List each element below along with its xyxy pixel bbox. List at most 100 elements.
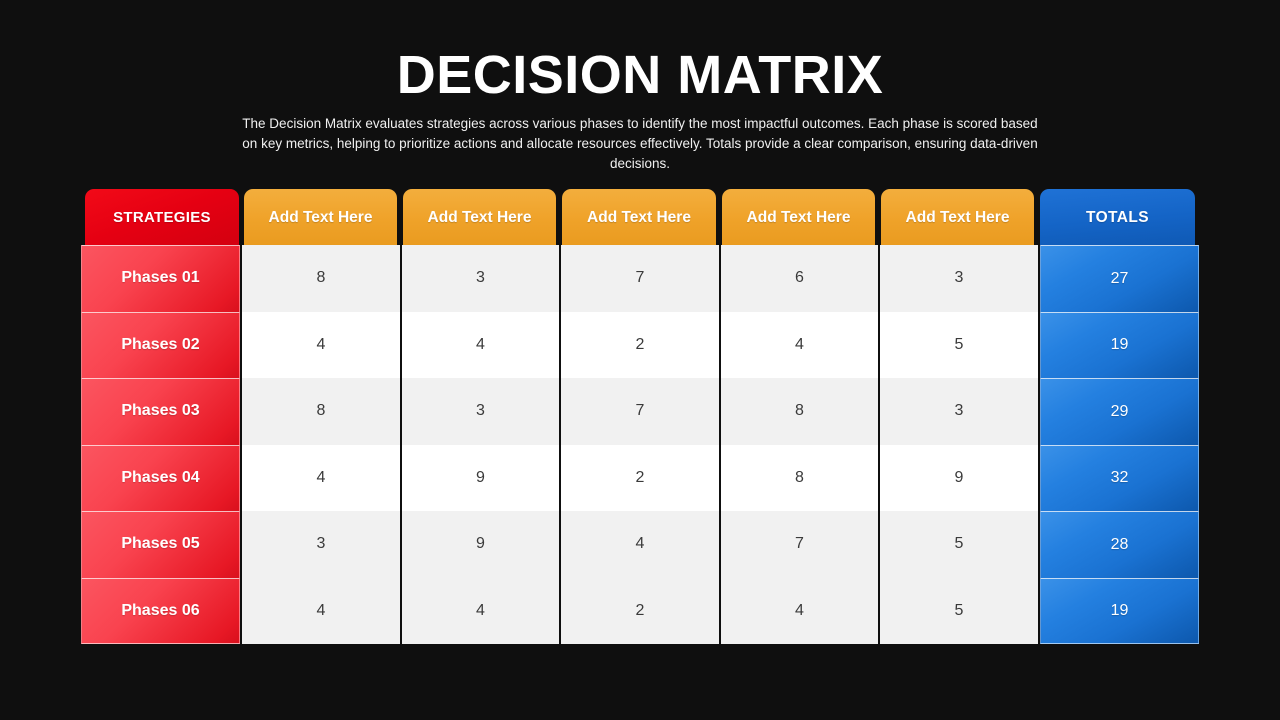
data-cell[interactable]: 2: [561, 311, 719, 378]
matrix-header-row: STRATEGIES Add Text Here Add Text Here A…: [81, 189, 1199, 246]
cell-value: 9: [476, 535, 485, 553]
cell-value: 7: [635, 269, 645, 287]
data-cell[interactable]: 7: [561, 245, 719, 312]
data-cell[interactable]: 4: [402, 311, 559, 378]
column-header-totals[interactable]: TOTALS: [1040, 189, 1195, 246]
column-header-label: Add Text Here: [268, 208, 373, 226]
cell-value: 2: [635, 468, 645, 486]
data-cell[interactable]: 4: [242, 311, 400, 378]
cell-value: 6: [795, 269, 804, 287]
row-label: Phases 05: [121, 535, 200, 552]
data-cell[interactable]: 6: [721, 245, 878, 312]
column-header-1[interactable]: Add Text Here: [244, 189, 397, 246]
row-total-cell[interactable]: 27: [1040, 245, 1199, 312]
row-total-cell[interactable]: 19: [1040, 577, 1199, 644]
column-header-label: Add Text Here: [746, 208, 851, 226]
data-cell[interactable]: 5: [880, 577, 1038, 644]
data-cell[interactable]: 4: [402, 577, 559, 644]
table-row: Phases 06 4 4 2 4 5 19: [81, 577, 1199, 644]
cell-value: 2: [635, 601, 645, 619]
data-cell[interactable]: 3: [402, 378, 559, 445]
cell-value: 8: [316, 402, 326, 420]
data-cell[interactable]: 2: [561, 444, 719, 511]
data-cell[interactable]: 8: [721, 444, 878, 511]
column-header-label: Add Text Here: [587, 208, 691, 226]
row-label-cell[interactable]: Phases 01: [81, 245, 240, 312]
data-cell[interactable]: 5: [880, 311, 1038, 378]
cell-value: 3: [476, 269, 485, 287]
total-value: 28: [1110, 535, 1129, 553]
data-cell[interactable]: 4: [721, 311, 878, 378]
cell-value: 4: [795, 335, 804, 353]
cell-value: 3: [316, 535, 326, 553]
data-cell[interactable]: 9: [880, 444, 1038, 511]
row-total-cell[interactable]: 28: [1040, 511, 1199, 578]
cell-value: 2: [635, 335, 645, 353]
cell-value: 4: [635, 535, 645, 553]
cell-value: 4: [316, 468, 326, 486]
cell-value: 8: [795, 468, 804, 486]
data-cell[interactable]: 4: [242, 444, 400, 511]
cell-value: 4: [316, 601, 326, 619]
column-header-label: TOTALS: [1086, 208, 1149, 226]
row-total-cell[interactable]: 32: [1040, 444, 1199, 511]
row-label-cell[interactable]: Phases 05: [81, 511, 240, 578]
data-cell[interactable]: 3: [402, 245, 559, 312]
page-title: DECISION MATRIX: [396, 45, 884, 105]
row-total-cell[interactable]: 29: [1040, 378, 1199, 445]
column-header-strategies[interactable]: STRATEGIES: [85, 189, 239, 246]
cell-value: 5: [954, 601, 964, 619]
column-header-label: STRATEGIES: [113, 209, 211, 226]
data-cell[interactable]: 9: [402, 511, 559, 578]
data-cell[interactable]: 7: [721, 511, 878, 578]
total-value: 29: [1110, 402, 1129, 420]
table-row: Phases 04 4 9 2 8 9 32: [81, 444, 1199, 511]
data-cell[interactable]: 8: [242, 245, 400, 312]
column-header-2[interactable]: Add Text Here: [403, 189, 556, 246]
column-header-label: Add Text Here: [905, 208, 1010, 226]
row-label: Phases 04: [121, 468, 200, 486]
column-header-label: Add Text Here: [427, 208, 532, 226]
table-row: Phases 05 3 9 4 7 5 28: [81, 511, 1199, 578]
data-cell[interactable]: 4: [242, 577, 400, 644]
cell-value: 4: [316, 335, 326, 353]
cell-value: 5: [954, 535, 964, 553]
matrix-body: Phases 01 8 3 7 6 3 27 Phases 02 4 4 2 4…: [81, 245, 1199, 645]
table-row: Phases 02 4 4 2 4 5 19: [81, 311, 1199, 378]
data-cell[interactable]: 4: [721, 577, 878, 644]
cell-value: 3: [954, 269, 964, 287]
cell-value: 9: [476, 468, 485, 486]
data-cell[interactable]: 4: [561, 511, 719, 578]
data-cell[interactable]: 7: [561, 378, 719, 445]
data-cell[interactable]: 3: [880, 378, 1038, 445]
row-label: Phases 01: [121, 269, 200, 286]
data-cell[interactable]: 8: [721, 378, 878, 445]
table-row: Phases 03 8 3 7 8 3 29: [81, 378, 1199, 445]
total-value: 32: [1110, 469, 1129, 487]
column-header-5[interactable]: Add Text Here: [881, 189, 1034, 246]
column-header-4[interactable]: Add Text Here: [722, 189, 875, 246]
data-cell[interactable]: 8: [242, 378, 400, 445]
row-label-cell[interactable]: Phases 02: [81, 311, 240, 378]
cell-value: 8: [795, 402, 804, 420]
row-total-cell[interactable]: 19: [1040, 311, 1199, 378]
cell-value: 7: [795, 535, 804, 553]
data-cell[interactable]: 2: [561, 577, 719, 644]
data-cell[interactable]: 9: [402, 444, 559, 511]
decision-matrix-table: STRATEGIES Add Text Here Add Text Here A…: [81, 189, 1199, 645]
data-cell[interactable]: 5: [880, 511, 1038, 578]
column-header-3[interactable]: Add Text Here: [562, 189, 716, 246]
row-label: Phases 03: [121, 402, 200, 419]
cell-value: 3: [476, 402, 485, 420]
row-label: Phases 06: [121, 601, 200, 619]
cell-value: 5: [954, 335, 964, 353]
cell-value: 4: [476, 601, 485, 619]
cell-value: 8: [316, 269, 326, 287]
data-cell[interactable]: 3: [880, 245, 1038, 312]
slide-header: DECISION MATRIX The Decision Matrix eval…: [0, 44, 1280, 174]
data-cell[interactable]: 3: [242, 511, 400, 578]
row-label-cell[interactable]: Phases 04: [81, 444, 240, 511]
total-value: 27: [1110, 269, 1129, 287]
row-label-cell[interactable]: Phases 03: [81, 378, 240, 445]
row-label-cell[interactable]: Phases 06: [81, 577, 240, 644]
